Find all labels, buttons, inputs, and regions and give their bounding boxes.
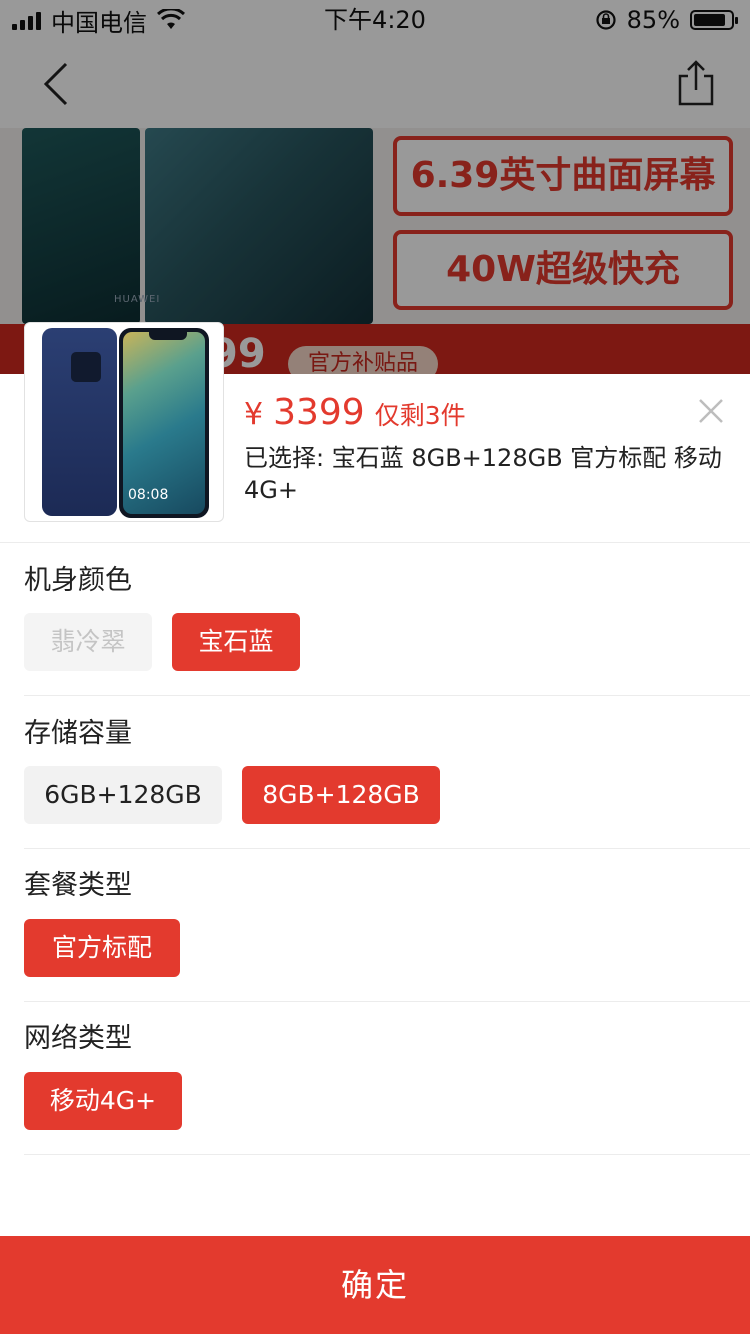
background-page: 中国电信 下午4:20 85% HUAWEI 6.39英寸曲面屏幕 40W超级快…	[0, 0, 750, 374]
option-network[interactable]: 移动4G+	[24, 1072, 182, 1130]
group-title-storage: 存储容量	[24, 718, 132, 749]
option-storage[interactable]: 6GB+128GB	[24, 766, 222, 824]
option-color[interactable]: 翡冷翠	[24, 613, 152, 671]
divider	[0, 542, 750, 543]
modal-overlay[interactable]	[0, 0, 750, 374]
option-storage[interactable]: 8GB+128GB	[242, 766, 440, 824]
group-title-color: 机身颜色	[24, 565, 132, 596]
option-color[interactable]: 宝石蓝	[172, 613, 300, 671]
divider	[24, 695, 750, 696]
stock-remaining: 仅剩3件	[374, 401, 466, 430]
product-price: 3399	[273, 392, 365, 433]
divider	[24, 848, 750, 849]
close-icon[interactable]	[698, 398, 724, 424]
group-title-network: 网络类型	[24, 1023, 132, 1054]
divider	[24, 1154, 750, 1155]
group-title-package: 套餐类型	[24, 870, 132, 901]
divider	[24, 1001, 750, 1002]
product-thumbnail: 08:08	[24, 322, 224, 522]
phone-screen-time: 08:08	[128, 487, 169, 503]
price-line: ¥ 3399 仅剩3件	[244, 392, 466, 433]
currency-symbol: ¥	[244, 397, 264, 432]
selected-spec-text: 已选择: 宝石蓝 8GB+128GB 官方标配 移动4G+	[244, 444, 722, 504]
option-package[interactable]: 官方标配	[24, 919, 180, 977]
confirm-button[interactable]: 确定	[0, 1236, 750, 1334]
sku-selection-sheet: 08:08 ¥ 3399 仅剩3件 已选择: 宝石蓝 8GB+128GB 官方标…	[0, 322, 750, 1334]
